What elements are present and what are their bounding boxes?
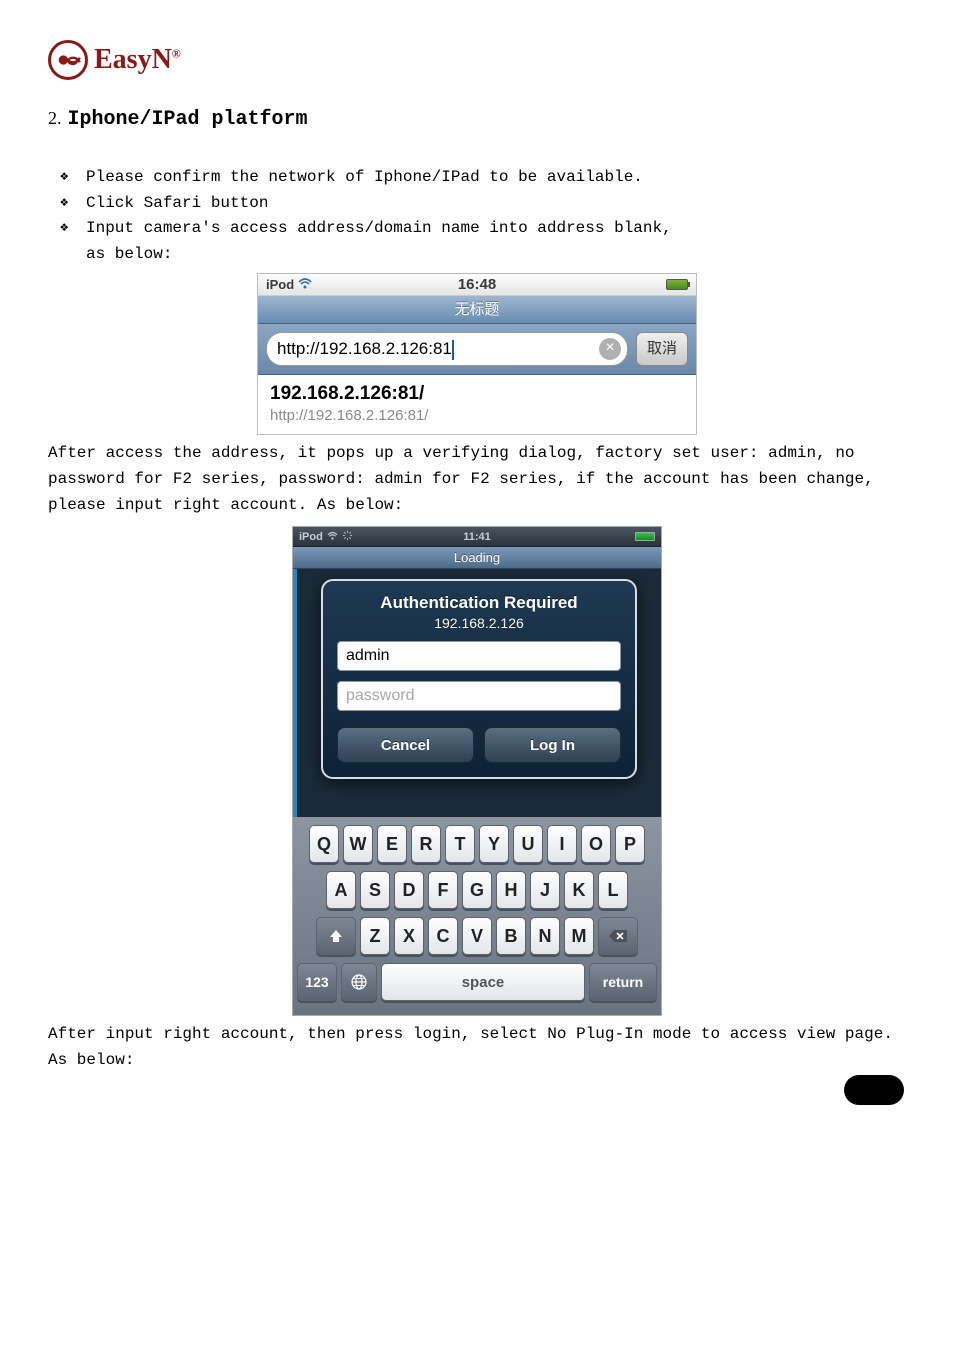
section-title-text: Iphone/IPad platform — [68, 108, 308, 131]
key-b[interactable]: B — [496, 917, 526, 955]
key-o[interactable]: O — [581, 825, 611, 863]
password-field[interactable] — [337, 681, 621, 711]
key-a[interactable]: A — [326, 871, 356, 909]
page-footer-badge — [844, 1075, 904, 1105]
page-title-bar: 无标题 — [258, 296, 696, 324]
instruction-item: Input camera's access address/domain nam… — [60, 216, 906, 242]
url-input[interactable]: http://192.168.2.126:81 × — [266, 332, 628, 366]
key-t[interactable]: T — [445, 825, 475, 863]
key-c[interactable]: C — [428, 917, 458, 955]
section-heading: 2. Iphone/IPad platform — [48, 108, 906, 131]
key-h[interactable]: H — [496, 871, 526, 909]
logo-text: EasyN® — [94, 44, 181, 76]
text-caret — [452, 340, 454, 360]
key-y[interactable]: Y — [479, 825, 509, 863]
paragraph: After input right account, then press lo… — [48, 1022, 906, 1073]
instruction-list: Please confirm the network of Iphone/IPa… — [60, 165, 906, 267]
globe-key[interactable] — [341, 963, 377, 1001]
key-d[interactable]: D — [394, 871, 424, 909]
key-z[interactable]: Z — [360, 917, 390, 955]
instruction-item: Please confirm the network of Iphone/IPa… — [60, 165, 906, 191]
key-v[interactable]: V — [462, 917, 492, 955]
suggestion-url: http://192.168.2.126:81/ — [270, 407, 684, 424]
key-r[interactable]: R — [411, 825, 441, 863]
key-q[interactable]: Q — [309, 825, 339, 863]
key-n[interactable]: N — [530, 917, 560, 955]
auth-dialog: Authentication Required 192.168.2.126 Ca… — [321, 579, 637, 779]
status-time: 16:48 — [258, 276, 696, 293]
key-s[interactable]: S — [360, 871, 390, 909]
key-u[interactable]: U — [513, 825, 543, 863]
key-x[interactable]: X — [394, 917, 424, 955]
key-g[interactable]: G — [462, 871, 492, 909]
status-bar: iPod 11:41 — [293, 527, 661, 547]
return-key[interactable]: return — [589, 963, 657, 1001]
space-key[interactable]: space — [381, 963, 585, 1001]
brand-logo: EasyN® — [48, 40, 906, 80]
battery-icon — [666, 279, 688, 290]
key-j[interactable]: J — [530, 871, 560, 909]
key-e[interactable]: E — [377, 825, 407, 863]
key-l[interactable]: L — [598, 871, 628, 909]
screenshot-safari-url: iPod 16:48 无标题 http://192.168.2.126:81 ×… — [257, 273, 697, 435]
on-screen-keyboard: QWERTYUIOP ASDFGHJKL ZXCVBNM 123 space r… — [293, 817, 661, 1015]
instruction-item: Click Safari button — [60, 191, 906, 217]
status-bar: iPod 16:48 — [258, 274, 696, 296]
dialog-title: Authentication Required — [337, 593, 621, 613]
key-i[interactable]: I — [547, 825, 577, 863]
paragraph: After access the address, it pops up a v… — [48, 441, 906, 518]
instruction-item-cont: as below: — [60, 242, 906, 268]
url-bar: http://192.168.2.126:81 × 取消 — [258, 324, 696, 375]
section-number: 2. — [48, 108, 62, 128]
cancel-button[interactable]: 取消 — [636, 332, 688, 366]
clear-icon[interactable]: × — [599, 338, 621, 360]
key-w[interactable]: W — [343, 825, 373, 863]
loading-title: Loading — [293, 547, 661, 569]
screenshot-auth-dialog: iPod 11:41 Loading Authentication Requir… — [292, 526, 662, 1016]
key-f[interactable]: F — [428, 871, 458, 909]
key-k[interactable]: K — [564, 871, 594, 909]
dialog-host: 192.168.2.126 — [337, 615, 621, 631]
key-m[interactable]: M — [564, 917, 594, 955]
numbers-key[interactable]: 123 — [297, 963, 337, 1001]
username-field[interactable] — [337, 641, 621, 671]
url-suggestion[interactable]: 192.168.2.126:81/ http://192.168.2.126:8… — [258, 375, 696, 434]
key-p[interactable]: P — [615, 825, 645, 863]
backspace-key[interactable] — [598, 917, 638, 955]
suggestion-title: 192.168.2.126:81/ — [270, 383, 684, 405]
url-text: http://192.168.2.126:81 — [277, 339, 452, 358]
cancel-button[interactable]: Cancel — [337, 727, 474, 763]
login-button[interactable]: Log In — [484, 727, 621, 763]
shift-key[interactable] — [316, 917, 356, 955]
status-time: 11:41 — [293, 531, 661, 543]
logo-mark-icon — [48, 40, 88, 80]
dialog-backdrop: Authentication Required 192.168.2.126 Ca… — [293, 569, 661, 817]
